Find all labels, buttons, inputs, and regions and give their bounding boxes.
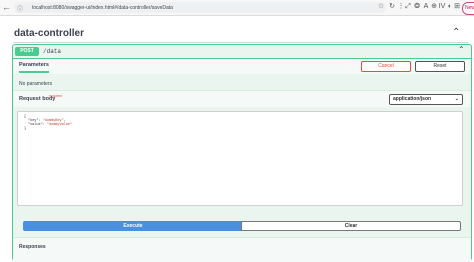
no-parameters-text: No parameters <box>19 81 53 87</box>
browser-toolbar: ← ⓘ localhost:8080/swagger-ui/index.html… <box>0 0 474 16</box>
operation-block: POST /data ⌃ Parameters Cancel Reset No … <box>12 44 472 262</box>
required-marker: required <box>49 94 62 98</box>
back-arrow-icon[interactable]: ← <box>2 2 11 12</box>
content-type-select[interactable]: application/json ⌄ <box>389 94 463 105</box>
request-body-header: Request body required application/json ⌄ <box>13 90 471 107</box>
cancel-button[interactable]: Cancel <box>361 61 411 72</box>
url-text: localhost:8080/swagger-ui/index.html#/da… <box>32 5 173 11</box>
tab-parameters[interactable]: Parameters <box>19 62 49 73</box>
profile-button[interactable]: New <box>462 2 474 15</box>
operation-summary[interactable]: POST /data ⌃ <box>13 45 471 59</box>
info-icon[interactable]: ⓘ <box>17 4 23 13</box>
json-value: "dummyValue" <box>46 123 73 127</box>
iv-extension-icon[interactable]: IV <box>438 3 446 11</box>
chevron-down-icon: ⌄ <box>454 96 459 102</box>
clear-button[interactable]: Clear <box>241 221 461 231</box>
sidebar-icon[interactable]: ⊞ <box>453 3 461 11</box>
code-line-close: } <box>24 127 27 131</box>
tab-bar: Parameters Cancel Reset <box>13 59 471 74</box>
translate-icon[interactable]: A <box>422 3 430 11</box>
code-line-open: { <box>24 115 27 119</box>
gear-icon[interactable]: ❂ <box>413 3 421 11</box>
address-bar[interactable]: ⓘ localhost:8080/swagger-ui/index.html#/… <box>14 2 386 13</box>
divider <box>13 42 468 43</box>
reset-button[interactable]: Reset <box>415 61 465 72</box>
content-type-value: application/json <box>393 96 432 102</box>
controller-title[interactable]: data-controller <box>14 28 84 39</box>
responses-label: Responses <box>19 244 46 250</box>
responses-header: Responses <box>13 237 471 262</box>
method-badge: POST <box>15 47 39 56</box>
execute-button[interactable]: Execute <box>23 221 243 231</box>
chevron-up-icon[interactable]: ⌃ <box>458 45 465 54</box>
sync-icon[interactable]: ↻ <box>388 3 396 11</box>
bookmark-star-icon[interactable]: ☆ <box>377 3 385 11</box>
extension-icon[interactable]: ⤢ <box>404 3 412 11</box>
code-line-value: "value": "dummyValue" <box>28 123 72 127</box>
add-icon[interactable]: ⊕ <box>430 3 438 11</box>
json-key: "value": <box>28 123 47 127</box>
request-body-editor[interactable]: { "key": "dummyKey", "value": "dummyValu… <box>17 111 463 206</box>
operation-path: /data <box>43 48 62 55</box>
chevron-up-icon[interactable]: ⌃ <box>452 27 460 38</box>
